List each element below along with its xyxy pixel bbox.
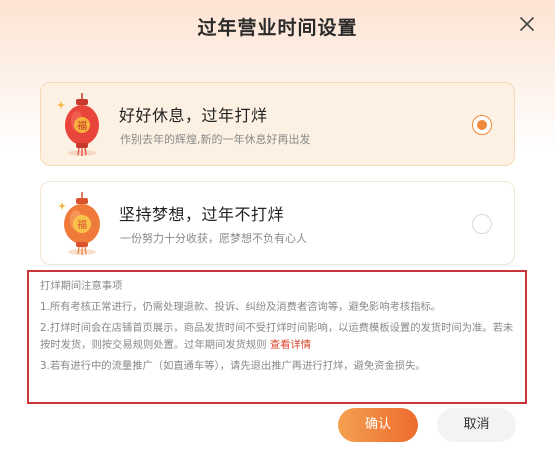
option-subtitle: 一份努力十分收获，愿梦想不负有心人 <box>120 232 307 245</box>
dialog-title: 过年营业时间设置 <box>197 17 358 39</box>
cancel-button[interactable]: 取消 <box>437 408 516 442</box>
option-close-for-new-year[interactable]: 福 好好休息，过年打烊 作别去年的辉煌,新的一年休息好再出发 <box>40 82 515 166</box>
note-item-2: 2.打烊时间会在店铺首页展示，商品发货时间不受打烊时间影响，以运费模板设置的发货… <box>40 320 517 354</box>
option-title: 坚持梦想，过年不打烊 <box>119 205 285 224</box>
option-keep-open[interactable]: 福 坚持梦想，过年不打烊 一份努力十分收获，愿梦想不负有心人 <box>40 181 515 265</box>
option-title: 好好休息，过年打烊 <box>119 106 268 125</box>
red-lantern-icon: 福 <box>57 93 99 156</box>
notes-heading: 打烊期间注意事项 <box>40 280 123 292</box>
radio-selected[interactable] <box>472 115 492 135</box>
svg-text:福: 福 <box>77 218 87 231</box>
radio-unselected[interactable] <box>472 214 492 234</box>
view-details-link[interactable]: 查看详情 <box>270 339 311 351</box>
note-item-3: 3.若有进行中的流量推广（如直通车等），请先退出推广再进行打烊，避免资金损失。 <box>40 360 426 372</box>
svg-text:福: 福 <box>77 119 87 132</box>
orange-lantern-icon: 福 <box>58 192 100 255</box>
notes-panel: 打烊期间注意事项 1.所有考核正常进行，仍需处理退款、投诉、纠纷及消费者咨询等，… <box>27 270 527 404</box>
note-item-1: 1.所有考核正常进行，仍需处理退款、投诉、纠纷及消费者咨询等，避免影响考核指标。 <box>40 301 442 313</box>
close-icon[interactable] <box>517 14 537 34</box>
option-subtitle: 作别去年的辉煌,新的一年休息好再出发 <box>120 133 311 146</box>
business-hours-dialog: 过年营业时间设置 福 好好休息，过年打烊 作别去年的辉煌,新的一年休息好再出发 <box>0 0 555 462</box>
confirm-button[interactable]: 确认 <box>338 408 418 442</box>
